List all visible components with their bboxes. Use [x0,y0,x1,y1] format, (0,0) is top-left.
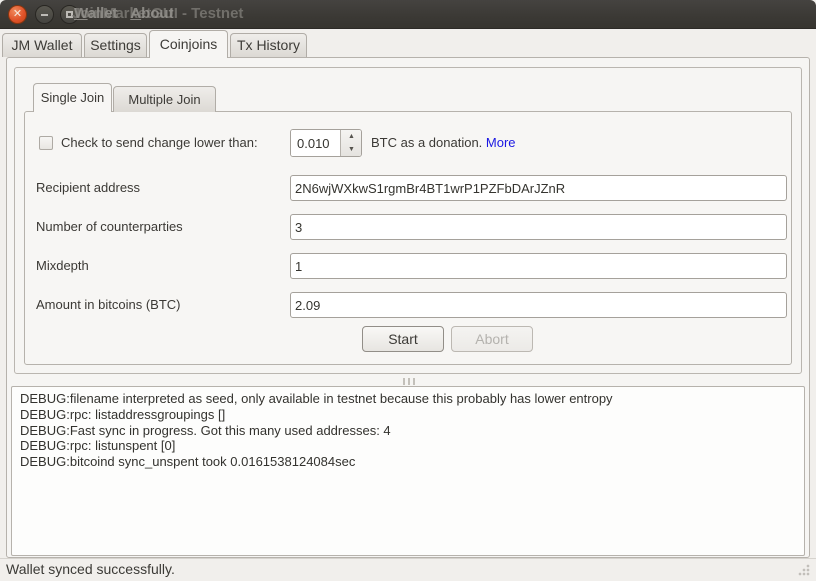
spinner-buttons: ▲ ▼ [340,130,361,156]
recipient-address-label: Recipient address [36,180,140,195]
coinjoin-group-frame: Single Join Multiple Join Check to send … [14,67,802,374]
splitter-handle[interactable] [395,377,423,386]
app-window: ✕ JoinMarketGUI - Testnet Wallet About J… [0,0,816,581]
menu-wallet[interactable]: Wallet [74,5,118,22]
tab-single-join[interactable]: Single Join [33,83,112,112]
amount-label: Amount in bitcoins (BTC) [36,297,181,312]
statusbar: Wallet synced successfully. [0,558,816,581]
tab-jm-wallet[interactable]: JM Wallet [2,33,82,57]
menubar: Wallet About [74,0,183,28]
counterparties-label: Number of counterparties [36,219,183,234]
more-link[interactable]: More [486,135,516,150]
amount-input[interactable] [290,292,787,318]
mixdepth-label: Mixdepth [36,258,89,273]
tab-coinjoins[interactable]: Coinjoins [149,30,228,58]
spin-down-icon[interactable]: ▼ [341,143,362,156]
minimize-icon [41,14,48,16]
recipient-address-input[interactable] [290,175,787,201]
log-line: DEBUG:bitcoind sync_unspent took 0.01615… [20,454,796,470]
log-line: DEBUG:filename interpreted as seed, only… [20,391,796,407]
menu-about[interactable]: About [130,5,173,22]
abort-button[interactable]: Abort [451,326,533,352]
donation-suffix: BTC as a donation. More [371,135,516,150]
donation-amount-input[interactable] [291,130,340,156]
close-icon: ✕ [9,6,26,23]
mixdepth-input[interactable] [290,253,787,279]
debug-log[interactable]: DEBUG:filename interpreted as seed, only… [11,386,805,556]
tab-settings[interactable]: Settings [84,33,147,57]
log-line: DEBUG:rpc: listunspent [0] [20,438,796,454]
tab-multiple-join[interactable]: Multiple Join [113,86,216,112]
donation-row: Check to send change lower than: ▲ ▼ BTC… [25,129,791,157]
titlebar: ✕ JoinMarketGUI - Testnet Wallet About [0,0,816,29]
close-button[interactable]: ✕ [8,5,27,24]
resize-grip-icon[interactable] [797,564,810,577]
donation-checkbox[interactable] [39,136,53,150]
coinjoins-page: Single Join Multiple Join Check to send … [6,57,810,558]
start-button[interactable]: Start [362,326,444,352]
log-line: DEBUG:Fast sync in progress. Got this ma… [20,423,796,439]
tab-tx-history[interactable]: Tx History [230,33,307,57]
donation-checkbox-label: Check to send change lower than: [61,135,258,150]
single-join-panel: Check to send change lower than: ▲ ▼ BTC… [24,111,792,365]
spin-up-icon[interactable]: ▲ [341,130,362,143]
counterparties-input[interactable] [290,214,787,240]
log-line: DEBUG:rpc: listaddressgroupings [] [20,407,796,423]
donation-amount-spinner[interactable]: ▲ ▼ [290,129,362,157]
minimize-button[interactable] [35,5,54,24]
status-message: Wallet synced successfully. [6,561,175,577]
